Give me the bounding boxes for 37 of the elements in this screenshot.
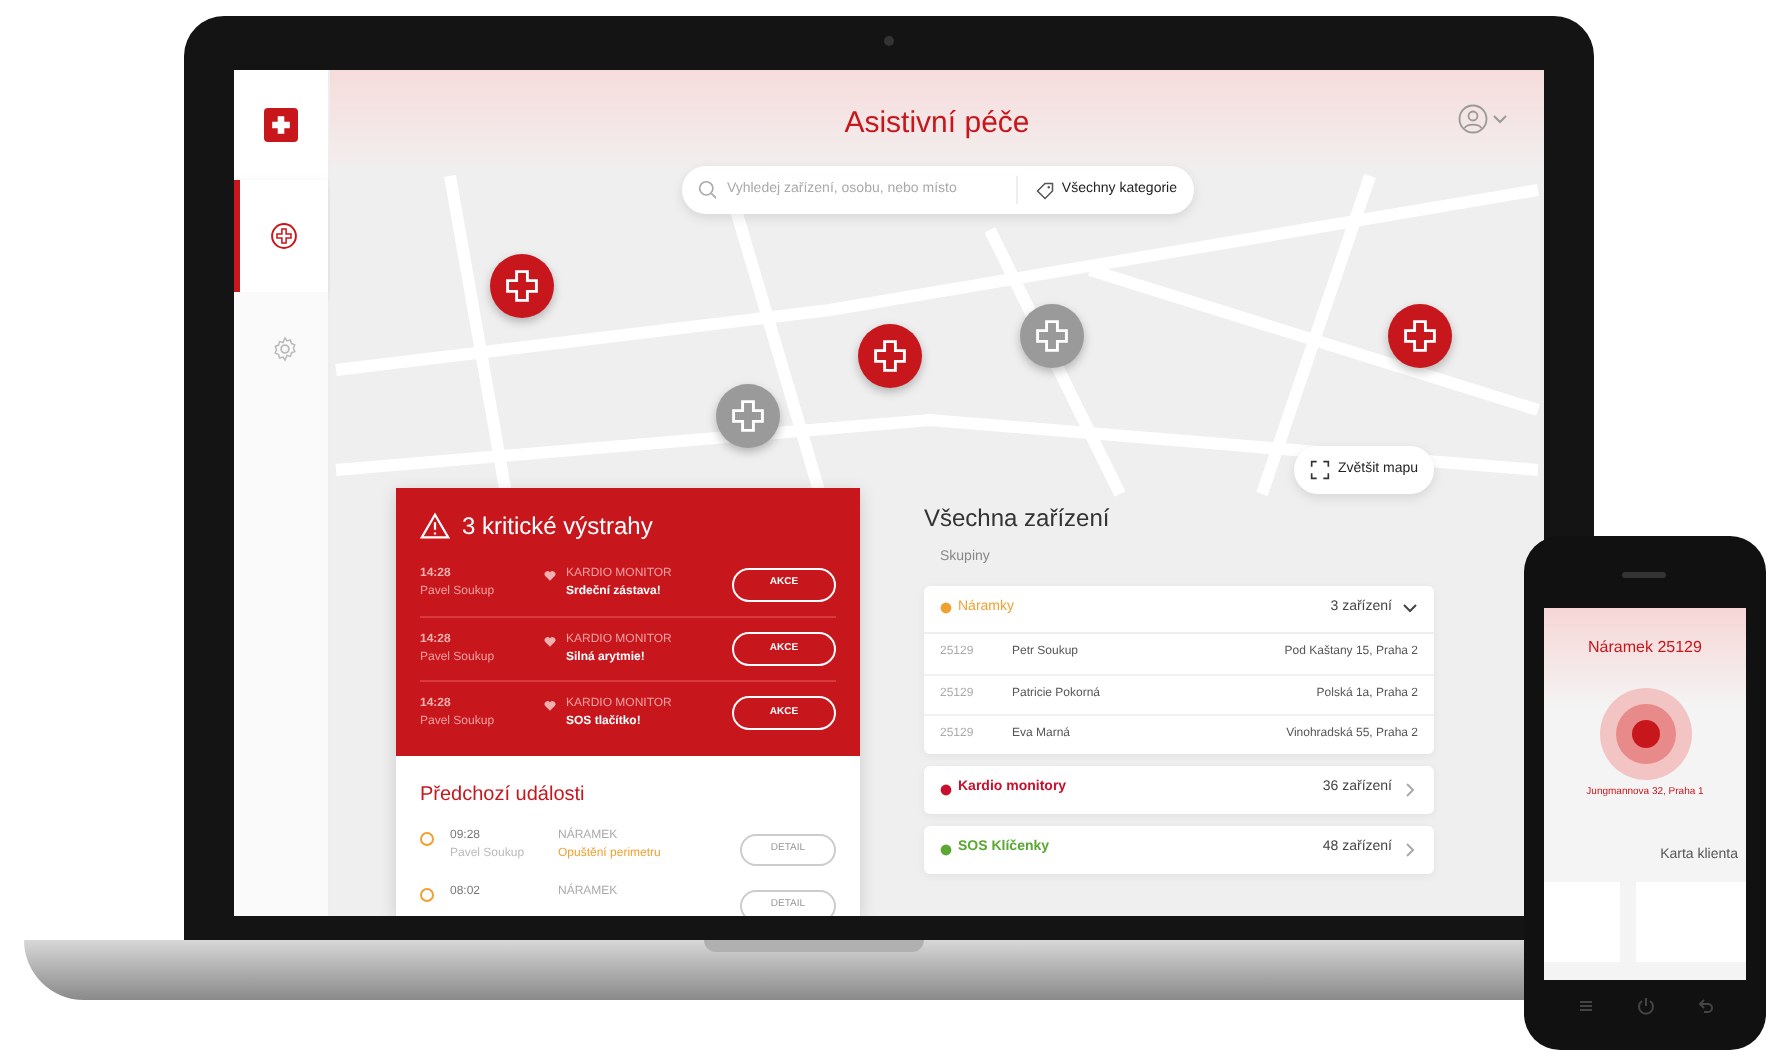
map-pin[interactable] [1388, 304, 1452, 368]
devices-title: Všechna zařízení [924, 502, 1110, 536]
map-pin[interactable] [1020, 304, 1084, 368]
expand-icon [1310, 460, 1330, 480]
logo-icon [264, 108, 298, 142]
chevron-down-icon[interactable] [1492, 113, 1508, 125]
chevron-right-icon [1402, 841, 1418, 857]
map-pin[interactable] [490, 254, 554, 318]
location-pulse [1599, 688, 1691, 780]
sidebar-item[interactable] [234, 180, 328, 292]
cross-icon [1034, 318, 1070, 354]
search-icon [697, 180, 717, 201]
cross-icon [872, 338, 908, 374]
user-avatar-icon[interactable] [1458, 104, 1488, 134]
cross-icon [730, 398, 766, 434]
map-pin[interactable] [716, 384, 780, 448]
alerts-title: 3 kritické výstrahy [462, 510, 653, 544]
chevron-down-icon [1402, 600, 1418, 616]
app-title: Asistivní péče [844, 103, 1030, 144]
history-title: Předchozí události [420, 782, 587, 810]
warning-icon [420, 512, 450, 540]
back-icon[interactable] [1697, 998, 1713, 1014]
settings-icon [271, 335, 297, 361]
heart-icon [544, 636, 556, 648]
heart-icon [544, 570, 556, 582]
heart-icon [544, 700, 556, 712]
tag-icon [1035, 181, 1054, 200]
chevron-right-icon [1402, 781, 1418, 797]
camera-icon [884, 36, 894, 46]
cross-icon [504, 268, 540, 304]
menu-icon[interactable] [1577, 998, 1593, 1014]
cross-icon [1402, 318, 1438, 354]
phone-title: Náramek 25129 [1588, 636, 1702, 660]
power-icon[interactable] [1635, 996, 1655, 1016]
cross-icon [270, 222, 298, 250]
speaker-grille [1622, 572, 1666, 578]
map-pin[interactable] [858, 324, 922, 388]
